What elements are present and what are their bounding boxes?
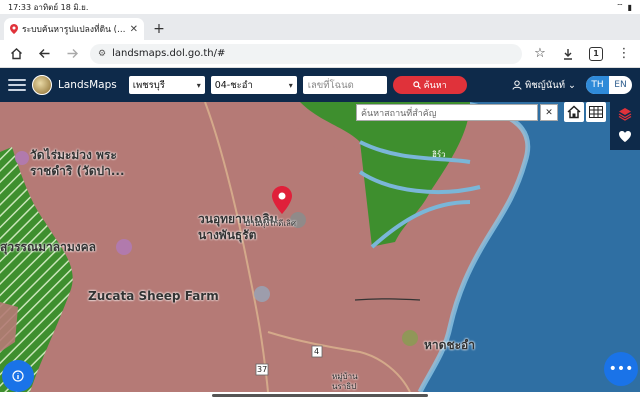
address-bar: ⚙ landsmaps.dol.go.th/# ☆ 1 ⋮: [0, 40, 640, 68]
grid-map-button[interactable]: [586, 102, 606, 122]
url-bar[interactable]: ⚙ landsmaps.dol.go.th/#: [90, 43, 522, 64]
tab-switcher-button[interactable]: 1: [586, 44, 606, 64]
user-name: พิชญ์นันท์: [524, 79, 566, 91]
gesture-handle[interactable]: [212, 394, 428, 397]
tabs-count: 1: [589, 46, 603, 61]
tab-landsmaps[interactable]: ระบบค้นหารูปแปลงที่ดิน (LandsMaps) ✕: [4, 18, 144, 40]
parcel-placeholder: เลขที่โฉนด: [307, 79, 354, 91]
chevron-down-icon: ▾: [288, 80, 293, 90]
more-dots-icon: •••: [608, 361, 634, 377]
side-panel: [610, 102, 640, 150]
search-button[interactable]: ค้นหา: [392, 76, 467, 94]
home-map-button[interactable]: [564, 102, 584, 122]
app-brand: LandsMaps: [58, 79, 117, 91]
search-label: ค้นหา: [423, 81, 447, 91]
status-bar: 17:33 อาทิตย์ 18 มิ.ย. ⌔ ▮: [0, 0, 640, 14]
map-canvas[interactable]: วัดไร่มะม่วง พระ ราชดำริ (วัดปา... สุวรร…: [0, 102, 640, 392]
back-icon[interactable]: [34, 44, 54, 64]
district-value: 04-ชะอำ: [214, 79, 253, 91]
province-select[interactable]: เพชรบุรี ▾: [128, 76, 205, 94]
map-label-sheep-farm: Zucata Sheep Farm: [88, 289, 219, 303]
hamburger-menu-icon[interactable]: [8, 79, 26, 91]
search-icon: [412, 81, 421, 89]
language-switch: TH EN: [586, 76, 632, 94]
bookmark-star-icon[interactable]: ☆: [530, 44, 550, 64]
location-info-button[interactable]: [2, 360, 34, 392]
dol-logo: [32, 75, 52, 95]
map-label-village-b: นราธิป: [332, 382, 357, 391]
wifi-icon: ⌔: [616, 2, 624, 11]
map-label-temple-2: สุวรรณมาลามงคล: [0, 240, 96, 254]
location-pin-icon: [10, 24, 18, 34]
user-menu[interactable]: พิชญ์นันท์ ⌄: [512, 78, 576, 93]
map-label-mangrove: ฮิร์ว: [432, 150, 446, 159]
lang-en-button[interactable]: EN: [609, 76, 632, 94]
battery-icon: ▮: [627, 2, 632, 12]
new-tab-button[interactable]: +: [148, 18, 170, 40]
district-select[interactable]: 04-ชะอำ ▾: [210, 76, 297, 94]
tab-title: ระบบค้นหารูปแปลงที่ดิน (LandsMaps): [22, 25, 126, 35]
status-date: อาทิตย์ 18 มิ.ย.: [33, 2, 89, 12]
favorite-heart-icon[interactable]: [618, 128, 632, 147]
layers-icon[interactable]: [618, 106, 632, 125]
location-marker-icon[interactable]: [272, 186, 292, 214]
parcel-number-input[interactable]: เลขที่โฉนด: [302, 76, 387, 94]
place-search-placeholder: ค้นหาสถานที่สำคัญ: [361, 108, 437, 119]
home-icon[interactable]: [6, 44, 26, 64]
forward-icon[interactable]: [62, 44, 82, 64]
screen: 17:33 อาทิตย์ 18 มิ.ย. ⌔ ▮ ระบบค้นหารูปแ…: [0, 0, 640, 400]
user-icon: [512, 80, 522, 90]
highway-number-label: 4: [314, 347, 320, 356]
province-value: เพชรบุรี: [132, 79, 165, 91]
grid-icon: [589, 106, 603, 118]
place-search-input[interactable]: ค้นหาสถานที่สำคัญ: [356, 104, 538, 121]
tab-strip: ระบบค้นหารูปแปลงที่ดิน (LandsMaps) ✕ +: [0, 14, 640, 40]
chevron-down-icon: ▾: [196, 80, 201, 90]
download-icon[interactable]: [558, 44, 578, 64]
road-shield-label: 37: [257, 365, 268, 374]
more-actions-button[interactable]: •••: [604, 352, 638, 386]
close-tab-icon[interactable]: ✕: [130, 24, 138, 35]
status-time: 17:33: [8, 2, 32, 12]
lang-th-button[interactable]: TH: [586, 76, 609, 94]
map-label-beach: หาดชะอำ: [424, 338, 475, 352]
info-icon: [12, 370, 24, 382]
app-navbar: LandsMaps เพชรบุรี ▾ 04-ชะอำ ▾ เลขที่โฉน…: [0, 68, 640, 102]
map-label-temple-1b: ราชดำริ (วัดปา...: [30, 164, 125, 178]
clear-search-button[interactable]: ✕: [540, 104, 558, 121]
home-icon: [567, 105, 581, 119]
site-info-icon[interactable]: ⚙: [98, 49, 106, 59]
chevron-down-icon: ⌄: [568, 79, 576, 91]
system-nav-bar: [0, 392, 640, 400]
more-menu-icon[interactable]: ⋮: [614, 44, 634, 64]
map-label-place-1-sub: บ้านทุ่งไก่ดีเลิศ: [245, 219, 296, 228]
url-text: landsmaps.dol.go.th/#: [112, 48, 226, 59]
